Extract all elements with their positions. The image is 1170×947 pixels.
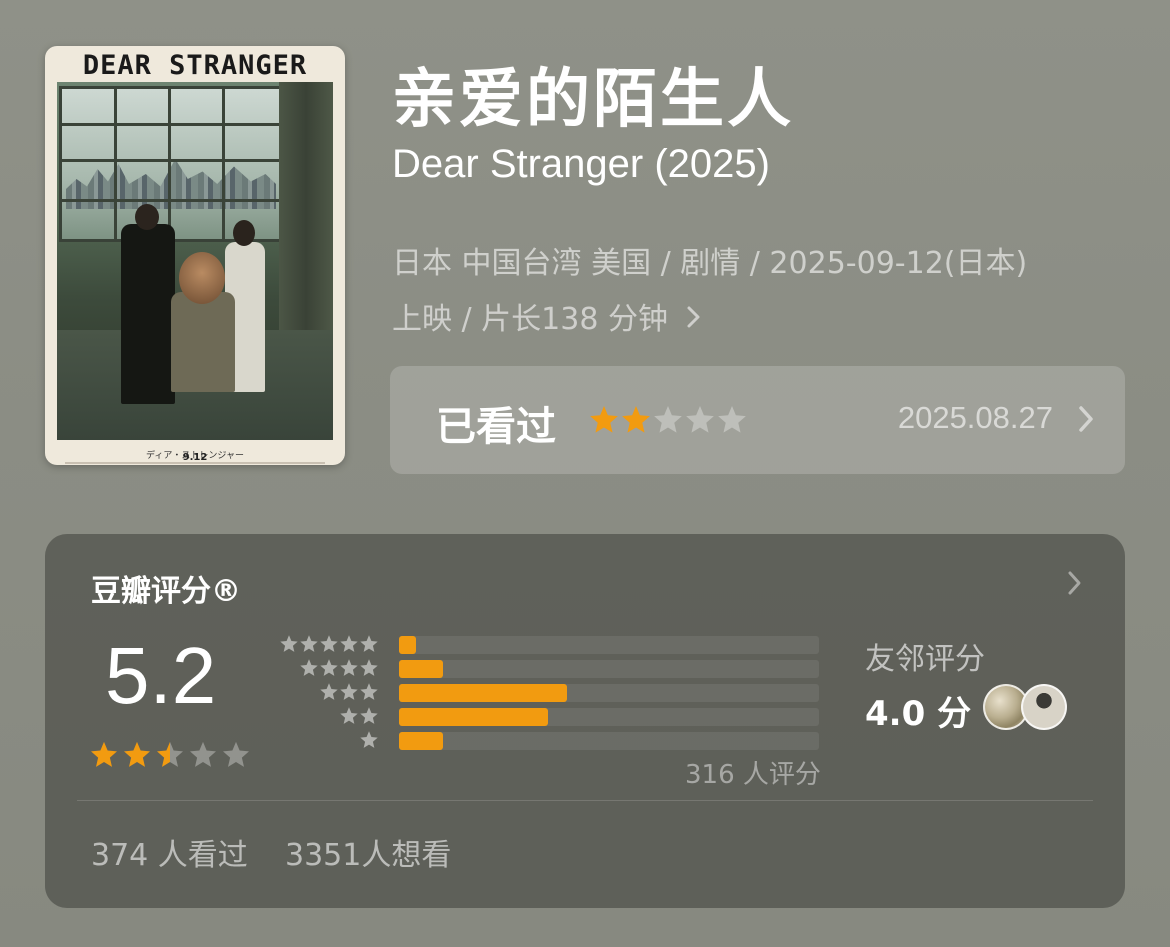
distribution-track [399,636,819,654]
poster-image [57,82,333,440]
avatar[interactable] [1021,684,1067,730]
movie-meta-line2-text: 上映 / 片长138 分钟 [392,302,668,337]
douban-score-stars [89,740,254,770]
distribution-bar [399,660,443,678]
seen-count[interactable]: 374 人看过 [91,830,248,874]
watched-date: 2025.08.27 [897,400,1053,435]
rating-count: 316 人评分 [685,760,821,790]
distribution-track [399,732,819,750]
star-icon [360,659,378,676]
star-icon [340,635,358,652]
star-icon [91,741,117,767]
star-icon [622,406,650,433]
friends-rating-score: 4.0 分 [865,694,972,734]
movie-title-cn: 亲爱的陌生人 [392,63,794,137]
star-icon [190,741,216,767]
distribution-bar [399,684,567,702]
star-icon [654,406,682,433]
star-icon [124,741,150,767]
star-icon [280,635,298,652]
douban-score: 5.2 [105,631,217,720]
movie-meta-line1[interactable]: 日本 中国台湾 美国 / 剧情 / 2025-09-12(日本) [392,238,1092,282]
movie-meta-line2[interactable]: 上映 / 片长138 分钟 [392,294,1092,338]
distribution-stars [279,634,379,654]
douban-rating-label: 豆瓣评分® [91,574,241,609]
chevron-right-icon [686,302,702,337]
star-icon [360,707,378,724]
poster-window [59,86,283,242]
want-count[interactable]: 3351人想看 [285,830,451,874]
star-icon [718,406,746,433]
star-icon [320,659,338,676]
star-icon [360,731,378,748]
chevron-right-icon[interactable] [1067,570,1083,600]
star-icon [300,659,318,676]
chevron-right-icon [1077,404,1095,438]
star-icon [360,683,378,700]
my-rating-card[interactable]: 已看过 2025.08.27 [390,366,1125,474]
star-icon [686,406,714,433]
distribution-stars [299,658,379,678]
distribution-stars [339,706,379,726]
star-icon [320,683,338,700]
douban-rating-card[interactable]: 豆瓣评分® 5.2 316 人评分 友邻评分 4.0 分 374 人看过 335… [45,534,1125,908]
star-icon [340,659,358,676]
movie-poster[interactable]: DEAR STRANGER ディア・ストレンジャー 9.12 [45,46,345,465]
friends-rating-label: 友邻评分 [865,642,985,677]
poster-date: 9.12 [182,452,208,463]
star-icon [340,683,358,700]
divider [77,800,1093,801]
star-icon [360,635,378,652]
star-icon [300,635,318,652]
star-icon [320,635,338,652]
distribution-track [399,660,819,678]
star-icon [157,741,183,767]
star-icon [590,406,618,433]
star-icon [340,707,358,724]
distribution-bar [399,732,443,750]
distribution-stars [359,730,379,750]
my-rating-stars[interactable] [588,404,748,436]
distribution-bar [399,636,416,654]
distribution-bar [399,708,548,726]
star-icon [223,741,249,767]
watched-status: 已看过 [436,404,556,450]
distribution-stars [319,682,379,702]
movie-title-en: Dear Stranger (2025) [392,142,770,186]
poster-title: DEAR STRANGER [82,50,308,81]
